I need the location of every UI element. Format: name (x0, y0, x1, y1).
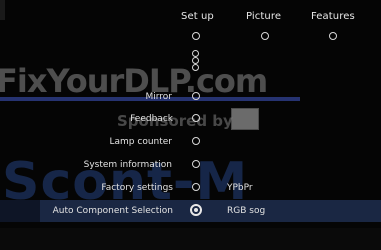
feedback-radio-icon[interactable] (192, 114, 200, 122)
menu-item-auto-component-selection[interactable]: Auto Component Selection (53, 206, 173, 216)
mirror-radio-icon[interactable] (192, 92, 200, 100)
menu-item-lamp-counter[interactable]: Lamp counter (110, 137, 173, 147)
menu-item-mirror[interactable]: Mirror (145, 92, 172, 102)
tab-setup-radio-icon[interactable] (192, 32, 200, 40)
system-information-radio-icon[interactable] (192, 160, 200, 168)
tab-picture[interactable]: Picture (246, 11, 281, 22)
auto-component-selection-radio-icon[interactable] (190, 204, 202, 216)
sponsor-logo-icon (231, 108, 259, 130)
menu-item-feedback[interactable]: Feedback (130, 114, 173, 124)
tab-setup[interactable]: Set up (181, 11, 214, 22)
projector-osd-menu: Set up Picture Features FixYourDLP.com S… (0, 0, 381, 250)
menu-item-factory-settings[interactable]: Factory settings (101, 183, 173, 193)
scroll-up-dot-icon (192, 50, 199, 57)
factory-settings-radio-icon[interactable] (192, 183, 200, 191)
tab-features-radio-icon[interactable] (329, 32, 337, 40)
tab-features[interactable]: Features (311, 11, 355, 22)
watermark-site: FixYourDLP.com (0, 62, 268, 100)
menu-item-system-information[interactable]: System information (84, 160, 172, 170)
auto-component-selection-value: RGB sog (227, 206, 266, 216)
tab-picture-radio-icon[interactable] (261, 32, 269, 40)
bottom-band (0, 228, 381, 250)
lamp-counter-radio-icon[interactable] (192, 137, 200, 145)
factory-settings-value: YPbPr (227, 183, 253, 193)
corner-shade (0, 0, 5, 20)
